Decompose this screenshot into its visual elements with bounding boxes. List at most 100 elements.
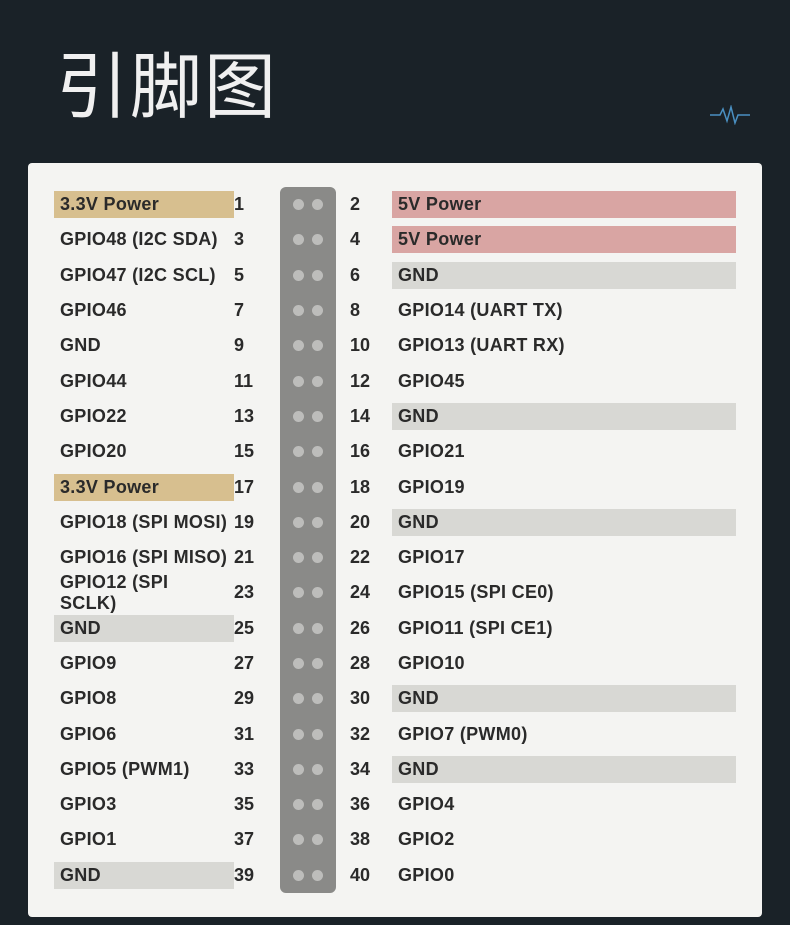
pin-dot bbox=[293, 270, 304, 281]
pin-header-strip bbox=[280, 469, 336, 504]
pin-label-left: GND bbox=[54, 862, 234, 889]
pin-number-left: 35 bbox=[234, 794, 280, 815]
pin-number-left: 5 bbox=[234, 265, 280, 286]
pin-dot bbox=[312, 446, 323, 457]
pin-dot bbox=[293, 834, 304, 845]
pin-number-right: 2 bbox=[336, 194, 392, 215]
pin-number-left: 23 bbox=[234, 582, 280, 603]
pin-number-left: 17 bbox=[234, 477, 280, 498]
pin-label-right: 5V Power bbox=[392, 226, 736, 253]
pin-header-strip bbox=[280, 858, 336, 893]
pin-dot bbox=[293, 234, 304, 245]
pin-label-left: GPIO8 bbox=[54, 685, 234, 712]
pin-label-left: GND bbox=[54, 615, 234, 642]
pin-dot bbox=[312, 870, 323, 881]
pin-number-left: 19 bbox=[234, 512, 280, 533]
pin-label-right: GPIO11 (SPI CE1) bbox=[392, 615, 736, 642]
pin-label-right: GPIO19 bbox=[392, 474, 736, 501]
pin-dot bbox=[312, 658, 323, 669]
pin-number-left: 33 bbox=[234, 759, 280, 780]
pin-dot bbox=[312, 552, 323, 563]
pin-row: GPIO441112GPIO45 bbox=[54, 363, 736, 398]
pin-label-right: GPIO0 bbox=[392, 862, 736, 889]
pin-row: GPIO18 (SPI MOSI)1920GND bbox=[54, 505, 736, 540]
pin-row: GPIO221314GND bbox=[54, 399, 736, 434]
pin-number-left: 7 bbox=[234, 300, 280, 321]
pin-row: GND2526GPIO11 (SPI CE1) bbox=[54, 611, 736, 646]
pin-row: GPIO92728GPIO10 bbox=[54, 646, 736, 681]
pin-number-right: 24 bbox=[336, 582, 392, 603]
pin-number-left: 1 bbox=[234, 194, 280, 215]
pin-label-left: GPIO48 (I2C SDA) bbox=[54, 226, 234, 253]
pin-number-right: 18 bbox=[336, 477, 392, 498]
pin-number-left: 37 bbox=[234, 829, 280, 850]
pin-number-left: 11 bbox=[234, 371, 280, 392]
pin-number-right: 16 bbox=[336, 441, 392, 462]
pin-label-right: GPIO17 bbox=[392, 544, 736, 571]
pin-label-right: GPIO21 bbox=[392, 438, 736, 465]
pin-dot bbox=[312, 587, 323, 598]
pin-label-right: GND bbox=[392, 756, 736, 783]
pin-dot bbox=[293, 658, 304, 669]
pin-number-right: 28 bbox=[336, 653, 392, 674]
pin-dot bbox=[312, 376, 323, 387]
pin-label-right: 5V Power bbox=[392, 191, 736, 218]
pin-number-left: 27 bbox=[234, 653, 280, 674]
pin-number-right: 26 bbox=[336, 618, 392, 639]
pin-dot bbox=[312, 340, 323, 351]
pin-header-strip bbox=[280, 822, 336, 857]
pin-row: GND3940GPIO0 bbox=[54, 858, 736, 893]
pin-dot bbox=[293, 411, 304, 422]
pin-header-strip bbox=[280, 434, 336, 469]
pin-label-left: GPIO6 bbox=[54, 721, 234, 748]
pin-header-strip bbox=[280, 611, 336, 646]
pin-header-strip bbox=[280, 752, 336, 787]
pin-label-left: 3.3V Power bbox=[54, 474, 234, 501]
pin-label-left: GPIO5 (PWM1) bbox=[54, 756, 234, 783]
pin-header-strip bbox=[280, 540, 336, 575]
pin-number-right: 14 bbox=[336, 406, 392, 427]
pin-label-left: GPIO47 (I2C SCL) bbox=[54, 262, 234, 289]
pin-dot bbox=[312, 482, 323, 493]
pin-number-left: 15 bbox=[234, 441, 280, 462]
pin-number-left: 9 bbox=[234, 335, 280, 356]
pin-number-right: 22 bbox=[336, 547, 392, 568]
pin-number-right: 38 bbox=[336, 829, 392, 850]
pulse-icon bbox=[710, 105, 750, 125]
pin-number-right: 30 bbox=[336, 688, 392, 709]
pin-label-left: GND bbox=[54, 332, 234, 359]
pin-header-strip bbox=[280, 716, 336, 751]
pin-label-left: GPIO12 (SPI SCLK) bbox=[54, 569, 234, 617]
pin-label-right: GPIO7 (PWM0) bbox=[392, 721, 736, 748]
pin-row: GPIO12 (SPI SCLK)2324GPIO15 (SPI CE0) bbox=[54, 575, 736, 610]
pin-dot bbox=[293, 376, 304, 387]
pin-row: GPIO48 (I2C SDA)3 45V Power bbox=[54, 222, 736, 257]
pin-header-strip bbox=[280, 293, 336, 328]
pin-dot bbox=[293, 446, 304, 457]
pin-number-right: 8 bbox=[336, 300, 392, 321]
page-title: 引脚图 bbox=[0, 0, 790, 133]
pin-label-left: GPIO3 bbox=[54, 791, 234, 818]
pin-header-strip bbox=[280, 187, 336, 222]
pin-number-left: 31 bbox=[234, 724, 280, 745]
pin-dot bbox=[293, 799, 304, 810]
pin-label-right: GND bbox=[392, 509, 736, 536]
pin-dot bbox=[312, 623, 323, 634]
pin-label-left: GPIO9 bbox=[54, 650, 234, 677]
pin-dot bbox=[293, 764, 304, 775]
pin-label-right: GPIO2 bbox=[392, 826, 736, 853]
pin-label-right: GPIO14 (UART TX) bbox=[392, 297, 736, 324]
pin-label-right: GND bbox=[392, 403, 736, 430]
pin-dot bbox=[312, 693, 323, 704]
pin-number-left: 3 bbox=[234, 229, 280, 250]
pin-dot bbox=[293, 552, 304, 563]
pin-number-right: 4 bbox=[336, 229, 392, 250]
pin-label-left: GPIO16 (SPI MISO) bbox=[54, 544, 234, 571]
pin-number-right: 10 bbox=[336, 335, 392, 356]
pin-header-strip bbox=[280, 787, 336, 822]
pin-label-right: GPIO13 (UART RX) bbox=[392, 332, 736, 359]
pin-header-strip bbox=[280, 328, 336, 363]
pin-row: GPIO13738GPIO2 bbox=[54, 822, 736, 857]
pin-dot bbox=[312, 729, 323, 740]
pin-number-left: 39 bbox=[234, 865, 280, 886]
